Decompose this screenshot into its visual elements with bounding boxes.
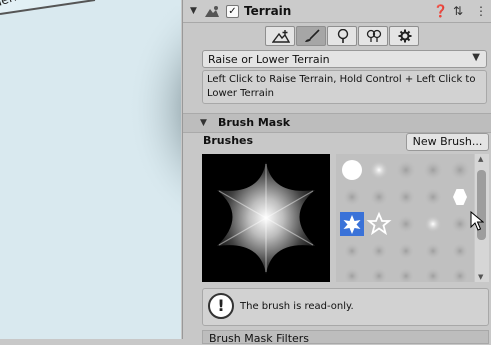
brush-soft-circle[interactable] bbox=[369, 160, 389, 180]
brush-thumb[interactable] bbox=[425, 243, 441, 259]
brush-thumb[interactable] bbox=[397, 188, 415, 206]
brush-thumb[interactable] bbox=[398, 243, 414, 259]
read-only-info-box: ! The brush is read-only. bbox=[202, 288, 489, 326]
brush-thumb[interactable] bbox=[424, 215, 442, 233]
terrain-settings-icon bbox=[398, 29, 412, 43]
brush-thumb[interactable] bbox=[452, 268, 468, 282]
terrain-scene bbox=[0, 0, 181, 339]
terrain-icon bbox=[205, 6, 219, 17]
brush-thumb[interactable] bbox=[397, 215, 415, 233]
paint-trees-button[interactable] bbox=[327, 26, 357, 46]
paint-details-button[interactable] bbox=[358, 26, 388, 46]
foldout-arrow-icon: ▼ bbox=[200, 118, 207, 128]
brush-thumb[interactable] bbox=[343, 188, 361, 206]
brush-thumb[interactable] bbox=[424, 188, 442, 206]
brush-thumb[interactable] bbox=[370, 188, 388, 206]
brush-thumb[interactable] bbox=[344, 243, 360, 259]
brush-thumb[interactable] bbox=[423, 160, 443, 180]
create-neighbor-terrains-button[interactable] bbox=[265, 26, 295, 46]
inspector-panel: ▼ ✓ Terrain ❓ ⇅ ⋮ Raise or Lower Terrain… bbox=[182, 0, 491, 345]
brush-thumb[interactable] bbox=[425, 268, 441, 282]
component-header[interactable]: ▼ ✓ Terrain ❓ ⇅ ⋮ bbox=[183, 0, 491, 23]
brush-thumb[interactable] bbox=[371, 268, 387, 282]
brush-mask-label: Brush Mask bbox=[218, 116, 291, 129]
presets-icon[interactable]: ⇅ bbox=[453, 4, 463, 18]
brush-thumb[interactable] bbox=[371, 243, 387, 259]
chevron-down-icon: ▼ bbox=[472, 52, 480, 63]
tool-dropdown-value: Raise or Lower Terrain bbox=[208, 53, 330, 66]
brush-thumb[interactable] bbox=[344, 268, 360, 282]
brush-thumbnails bbox=[340, 160, 470, 282]
terrain-toolbar bbox=[265, 26, 420, 48]
paint-trees-icon bbox=[337, 29, 349, 43]
paint-details-icon bbox=[366, 29, 382, 42]
star-brush-preview bbox=[217, 162, 315, 274]
brush-thumb[interactable] bbox=[396, 160, 416, 180]
mouse-cursor-icon bbox=[470, 211, 484, 231]
enabled-checkbox[interactable]: ✓ bbox=[226, 5, 239, 18]
brush-preview bbox=[202, 154, 330, 282]
brush-thumb[interactable] bbox=[452, 243, 468, 259]
scene-view[interactable]: Terrain bbox=[0, 0, 181, 339]
paint-terrain-button[interactable] bbox=[296, 26, 326, 46]
brush-mask-section[interactable]: ▼ Brush Mask bbox=[183, 113, 491, 133]
more-icon[interactable]: ⋮ bbox=[475, 4, 487, 18]
create-neighbor-terrains-icon bbox=[272, 30, 290, 43]
foldout-arrow-icon[interactable]: ▼ bbox=[190, 6, 197, 16]
brush-thumb[interactable] bbox=[451, 215, 469, 233]
brush-hexagon[interactable] bbox=[453, 189, 467, 205]
help-icon[interactable]: ❓ bbox=[433, 4, 448, 18]
brush-star-outline[interactable] bbox=[366, 211, 392, 236]
scroll-down-icon[interactable]: ▼ bbox=[478, 273, 483, 281]
brush-grid[interactable] bbox=[336, 154, 474, 282]
brushes-label: Brushes bbox=[203, 134, 254, 147]
brush-thumb[interactable] bbox=[398, 268, 414, 282]
tool-help-text: Left Click to Raise Terrain, Hold Contro… bbox=[202, 70, 487, 104]
info-exclamation-icon: ! bbox=[208, 293, 234, 319]
terrain-settings-button[interactable] bbox=[389, 26, 419, 46]
tool-dropdown[interactable]: Raise or Lower Terrain ▼ bbox=[202, 50, 487, 68]
read-only-message: The brush is read-only. bbox=[240, 301, 354, 312]
scroll-up-icon[interactable]: ▲ bbox=[478, 155, 483, 163]
brush-hard-circle[interactable] bbox=[342, 160, 362, 180]
brush-thumb[interactable] bbox=[450, 160, 470, 180]
paint-terrain-icon bbox=[305, 29, 320, 42]
brush-mask-filters-section[interactable]: Brush Mask Filters bbox=[202, 330, 489, 345]
component-title: Terrain bbox=[244, 4, 292, 18]
new-brush-button[interactable]: New Brush... bbox=[406, 133, 489, 151]
